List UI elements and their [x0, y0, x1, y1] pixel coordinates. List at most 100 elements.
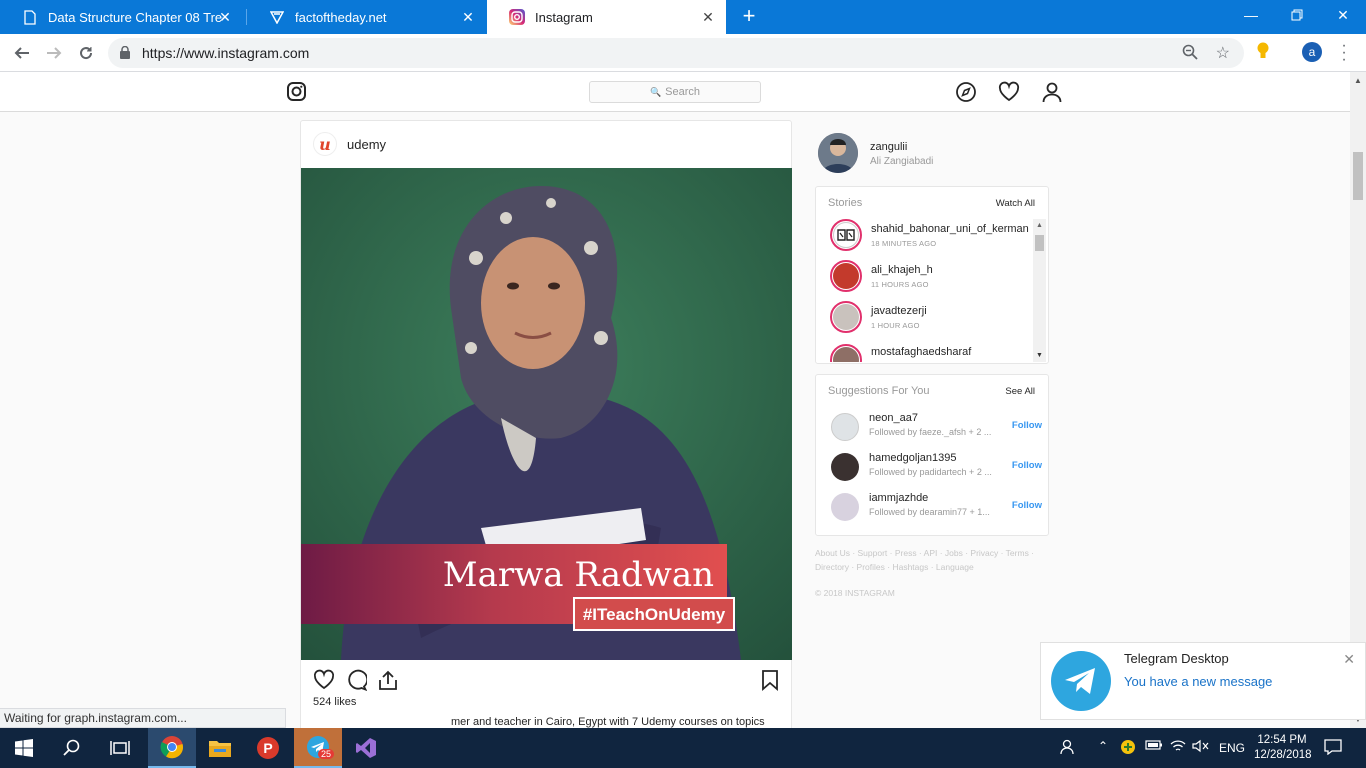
scroll-up-icon[interactable]: ▲ [1354, 76, 1362, 85]
suggestion-item: neon_aa7 Followed by faeze._afsh + 2 ...… [830, 412, 1042, 444]
new-tab-button[interactable]: + [738, 5, 760, 27]
action-center-icon[interactable] [1324, 739, 1342, 758]
profile-avatar[interactable]: a [1302, 42, 1322, 62]
lightbulb-extension-icon[interactable] [1256, 42, 1270, 65]
story-avatar [833, 304, 859, 330]
language-indicator[interactable]: ENG [1219, 741, 1245, 755]
comment-icon[interactable] [345, 669, 369, 696]
restore-button[interactable] [1274, 0, 1320, 30]
post-header: u udemy [301, 121, 791, 168]
story-item[interactable]: mostafaghaedsharaf [830, 344, 1032, 362]
page-scroll-thumb[interactable] [1353, 152, 1363, 200]
chevron-up-icon[interactable]: ⌃ [1098, 739, 1108, 753]
footer-links-line[interactable]: About Us · Support · Press · API · Jobs … [815, 546, 1045, 560]
tab-data-structure[interactable]: Data Structure Chapter 08 Trees.p ✕ [0, 0, 243, 34]
story-username: ali_khajeh_h [871, 264, 933, 276]
task-view-button[interactable] [96, 728, 144, 768]
bookmark-save-icon[interactable] [761, 669, 779, 696]
telegram-badge: 25 [318, 749, 335, 759]
taskbar-psiphon[interactable]: P [244, 728, 292, 768]
like-heart-icon[interactable] [313, 669, 335, 696]
suggestion-avatar[interactable] [831, 493, 859, 521]
taskbar-chrome[interactable] [148, 728, 196, 768]
image-hashtag-text: #ITeachOnUdemy [583, 605, 726, 624]
story-item[interactable]: ali_khajeh_h 11 HOURS AGO [830, 260, 1040, 300]
see-all-link[interactable]: See All [1005, 386, 1035, 397]
taskbar-file-explorer[interactable] [196, 728, 244, 768]
notification-message[interactable]: You have a new message [1124, 674, 1272, 689]
my-avatar[interactable] [818, 133, 858, 173]
bookmark-star-icon[interactable]: ☆ [1216, 43, 1230, 63]
heart-activity-icon[interactable] [998, 81, 1020, 103]
page-scrollbar[interactable]: ▲ ▼ [1350, 72, 1366, 728]
stories-scrollbar[interactable]: ▲ ▼ [1033, 219, 1046, 362]
people-icon[interactable] [1060, 739, 1078, 758]
close-icon[interactable]: ✕ [460, 9, 476, 26]
suggestion-username[interactable]: iammjazhde [869, 492, 928, 504]
close-icon[interactable]: ✕ [700, 9, 716, 26]
tab-label: Data Structure Chapter 08 Trees.p [48, 9, 223, 25]
story-clip: mostafaghaedsharaf [816, 342, 1032, 362]
telegram-icon [1051, 651, 1111, 711]
tab-label: factoftheday.net [295, 9, 387, 25]
follow-button[interactable]: Follow [1012, 460, 1042, 471]
instagram-logo-icon[interactable] [287, 82, 306, 106]
taskbar-visual-studio[interactable] [342, 728, 390, 768]
minimize-button[interactable]: — [1228, 0, 1274, 30]
suggestion-item: hamedgoljan1395 Followed by padidartech … [830, 452, 1042, 484]
clock[interactable]: 12:54 PM 12/28/2018 [1254, 733, 1312, 763]
story-item[interactable]: shahid_bahonar_uni_of_kerman 18 MINUTES … [830, 219, 1040, 259]
forward-button[interactable] [42, 41, 66, 65]
back-button[interactable] [10, 41, 34, 65]
post-username[interactable]: udemy [347, 137, 386, 152]
scroll-down-icon[interactable]: ▼ [1036, 352, 1043, 359]
explore-compass-icon[interactable] [955, 81, 977, 103]
window-close-button[interactable]: ✕ [1320, 0, 1366, 30]
suggestion-followed-by: Followed by padidartech + 2 ... [869, 467, 992, 477]
likes-count[interactable]: 524 likes [313, 696, 356, 708]
stories-panel: Stories Watch All shahid_bahonar_uni_of_… [815, 186, 1049, 364]
footer-links[interactable]: About Us · Support · Press · API · Jobs … [815, 546, 1045, 574]
address-bar[interactable]: https://www.instagram.com ☆ [108, 38, 1244, 68]
footer-links-line[interactable]: Directory · Profiles · Hashtags · Langua… [815, 560, 1045, 574]
search-input[interactable]: 🔍 Search [589, 81, 761, 103]
menu-icon[interactable]: · · · [1340, 38, 1348, 68]
psiphon-icon: P [257, 737, 279, 759]
story-item[interactable]: javadtezerji 1 HOUR AGO [830, 301, 1040, 341]
forward-arrow-icon [47, 47, 62, 59]
my-username[interactable]: zangulii [870, 141, 907, 153]
tab-instagram[interactable]: Instagram ✕ [487, 0, 726, 34]
suggestions-panel: Suggestions For You See All neon_aa7 Fol… [815, 374, 1049, 536]
telegram-notification[interactable]: Telegram Desktop You have a new message … [1040, 642, 1366, 720]
story-time: 11 HOURS AGO [871, 280, 929, 289]
search-button[interactable] [48, 728, 96, 768]
taskbar-telegram[interactable]: 25 [294, 728, 342, 768]
suggestion-avatar[interactable] [831, 413, 859, 441]
share-icon[interactable] [377, 669, 399, 696]
notification-close-icon[interactable]: ✕ [1343, 651, 1355, 668]
follow-button[interactable]: Follow [1012, 420, 1042, 431]
tab-factoftheday[interactable]: factoftheday.net ✕ [247, 0, 486, 34]
start-button[interactable] [0, 728, 48, 768]
instagram-favicon-icon [509, 9, 525, 25]
battery-icon[interactable] [1145, 739, 1163, 754]
close-icon[interactable]: ✕ [217, 9, 233, 26]
watch-all-link[interactable]: Watch All [996, 198, 1035, 209]
suggestion-username[interactable]: neon_aa7 [869, 412, 918, 424]
search-icon [63, 739, 80, 756]
wifi-icon[interactable] [1170, 739, 1186, 756]
post-image[interactable]: Marwa Radwan #ITeachOnUdemy [301, 168, 792, 660]
volume-muted-icon[interactable] [1192, 739, 1210, 756]
stories-scroll-thumb[interactable] [1035, 235, 1044, 251]
scroll-up-icon[interactable]: ▲ [1036, 222, 1043, 229]
zoom-icon[interactable] [1182, 44, 1198, 65]
reload-button[interactable] [74, 41, 98, 65]
profile-user-icon[interactable] [1041, 81, 1063, 103]
suggestion-avatar[interactable] [831, 453, 859, 481]
vpn-tray-icon[interactable] [1120, 739, 1136, 758]
follow-button[interactable]: Follow [1012, 500, 1042, 511]
udemy-avatar[interactable]: u [313, 132, 337, 156]
suggestion-username[interactable]: hamedgoljan1395 [869, 452, 956, 464]
suggestion-followed-by: Followed by dearamin77 + 1... [869, 507, 990, 517]
browser-toolbar: https://www.instagram.com ☆ a · · · [0, 34, 1366, 72]
